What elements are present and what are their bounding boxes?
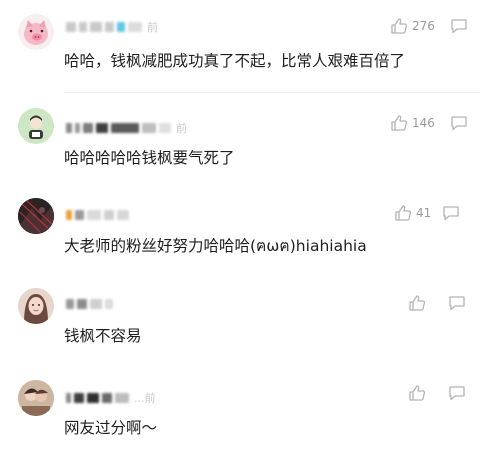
like-button[interactable] bbox=[408, 384, 430, 402]
like-count: 276 bbox=[412, 19, 435, 33]
comment-bubble-icon bbox=[449, 386, 465, 401]
comment-text: 网友过分啊～ bbox=[64, 419, 158, 437]
comment-bubble-icon bbox=[451, 116, 467, 131]
avatar-couple[interactable] bbox=[18, 380, 54, 416]
avatar-girl[interactable] bbox=[18, 288, 54, 324]
username-blurred[interactable]: 前 bbox=[66, 17, 158, 37]
comment-bubble-icon bbox=[443, 206, 459, 221]
comment-time: ...前 bbox=[134, 392, 156, 405]
cartoon-avatar-image bbox=[18, 108, 54, 144]
like-button[interactable] bbox=[408, 294, 430, 312]
like-button[interactable]: 41 bbox=[394, 204, 431, 222]
comment-bubble-icon bbox=[451, 19, 467, 34]
thumbs-up-icon bbox=[391, 115, 408, 131]
avatar-pig[interactable] bbox=[18, 14, 54, 50]
username-blurred[interactable]: ...前 bbox=[66, 388, 156, 408]
comment-text: 哈哈哈哈哈钱枫要气死了 bbox=[64, 149, 235, 167]
thumbs-up-icon bbox=[409, 295, 426, 311]
comment-text: 哈哈，钱枫减肥成功真了不起，比常人艰难百倍了 bbox=[64, 52, 406, 70]
girl-avatar-image bbox=[18, 288, 54, 324]
comment-text: 钱枫不容易 bbox=[64, 327, 142, 345]
reply-button[interactable] bbox=[448, 385, 466, 405]
reply-button[interactable] bbox=[450, 115, 468, 135]
reply-button[interactable] bbox=[448, 295, 466, 315]
avatar-cartoon[interactable] bbox=[18, 108, 54, 144]
reply-button[interactable] bbox=[450, 18, 468, 38]
username-blurred[interactable] bbox=[66, 205, 134, 225]
pig-avatar-image bbox=[24, 20, 48, 45]
couple-avatar-image bbox=[18, 380, 54, 416]
thumbs-up-icon bbox=[391, 18, 408, 34]
thumbs-up-icon bbox=[409, 385, 426, 401]
avatar-dark[interactable] bbox=[18, 198, 54, 234]
reply-button[interactable] bbox=[442, 205, 460, 225]
like-count: 41 bbox=[416, 206, 432, 220]
like-count: 146 bbox=[412, 116, 435, 130]
dark-avatar-image bbox=[18, 198, 54, 234]
comment-text: 大老师的粉丝好努力哈哈哈(ฅωฅ)hiahiahia bbox=[64, 237, 367, 255]
thumbs-up-icon bbox=[395, 205, 412, 221]
username-blurred[interactable] bbox=[66, 294, 118, 314]
comment-time: 前 bbox=[176, 122, 187, 135]
comment-time: 前 bbox=[147, 21, 158, 34]
comment-bubble-icon bbox=[449, 296, 465, 311]
divider bbox=[64, 92, 480, 93]
like-button[interactable]: 146 bbox=[390, 114, 435, 132]
like-button[interactable]: 276 bbox=[390, 17, 435, 35]
username-blurred[interactable]: 前 bbox=[66, 118, 187, 138]
